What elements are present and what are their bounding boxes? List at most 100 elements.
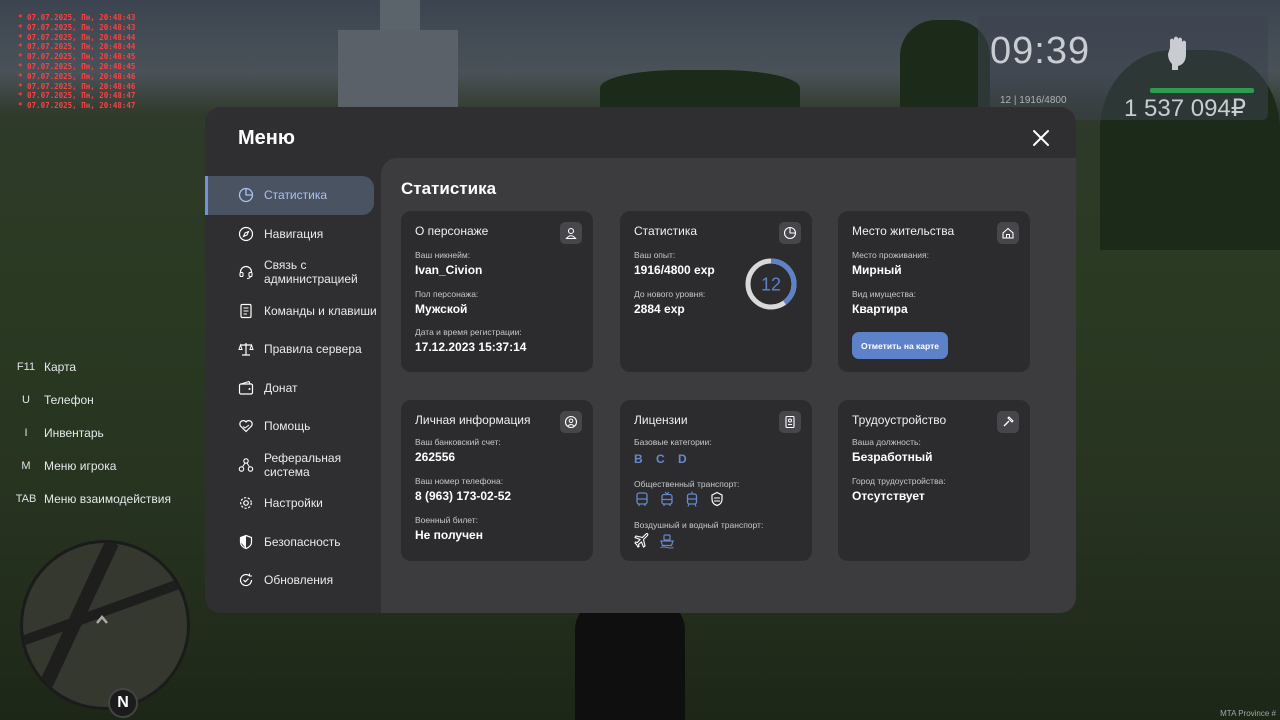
heart-hands-icon bbox=[239, 420, 253, 433]
tram-icon bbox=[686, 491, 698, 507]
chat-log-line: * 07.07.2025, Пн, 20:48:47 bbox=[18, 91, 136, 101]
chat-log-line: * 07.07.2025, Пн, 20:48:44 bbox=[18, 42, 136, 52]
chat-log-line: * 07.07.2025, Пн, 20:48:45 bbox=[18, 52, 136, 62]
position-value: Безработный bbox=[852, 450, 933, 464]
hotkey-item: TAB Меню взаимодействия bbox=[12, 482, 171, 515]
card-title: Личная информация bbox=[415, 413, 531, 427]
chat-log-line: * 07.07.2025, Пн, 20:48:47 bbox=[18, 101, 136, 111]
work-city-label: Город трудоустройства: bbox=[852, 476, 946, 486]
pie-chart-icon bbox=[238, 188, 254, 203]
gear-icon bbox=[240, 497, 252, 510]
public-transport-label: Общественный транспорт: bbox=[634, 479, 740, 489]
hotkey-key: TAB bbox=[15, 492, 37, 505]
sidebar-item-donate[interactable]: Донат bbox=[205, 369, 381, 408]
next-level-label: До нового уровня: bbox=[634, 289, 706, 299]
pie-chart-icon bbox=[779, 222, 801, 244]
license-category: C bbox=[656, 452, 666, 466]
hotkey-item: F11 Карта bbox=[12, 350, 171, 383]
menu-title: Меню bbox=[238, 127, 295, 149]
chat-log-line: * 07.07.2025, Пн, 20:48:43 bbox=[18, 22, 136, 32]
card-title: О персонаже bbox=[415, 224, 489, 238]
mark-on-map-button[interactable]: Отметить на карте bbox=[852, 332, 948, 359]
player-character bbox=[575, 600, 685, 720]
bank-label: Ваш банковский счет: bbox=[415, 437, 501, 447]
sidebar-item-updates[interactable]: Обновления bbox=[205, 561, 381, 600]
minimap-road bbox=[23, 569, 187, 647]
hotkey-item: M Меню игрока bbox=[12, 449, 171, 482]
hotkey-key: M bbox=[21, 459, 31, 472]
player-arrow-icon bbox=[96, 615, 108, 624]
sidebar-item-referral[interactable]: Реферальная система bbox=[205, 446, 381, 485]
plane-icon bbox=[634, 533, 649, 548]
sidebar-item-label: Команды и клавиши bbox=[264, 303, 377, 318]
hotkey-label: Телефон bbox=[44, 392, 94, 407]
nickname-value: Ivan_Civion bbox=[415, 263, 483, 277]
card-title: Лицензии bbox=[634, 413, 688, 427]
hotkey-label: Инвентарь bbox=[44, 425, 104, 440]
boat-icon bbox=[660, 534, 674, 549]
residence-card: Место жительства Место проживания: Мирны… bbox=[838, 211, 1030, 372]
license-categories: B C D bbox=[634, 452, 696, 466]
sidebar-item-statistics[interactable]: Статистика bbox=[205, 176, 374, 215]
personal-info-card: Личная информация Ваш банковский счет: 2… bbox=[401, 400, 593, 561]
sidebar-item-security[interactable]: Безопасность bbox=[205, 523, 381, 562]
network-icon bbox=[238, 457, 254, 472]
refresh-check-icon bbox=[239, 573, 253, 587]
sidebar-item-settings[interactable]: Настройки bbox=[205, 484, 381, 523]
hotkey-key: I bbox=[24, 426, 28, 439]
sidebar-item-label: Правила сервера bbox=[264, 342, 362, 357]
background-trees bbox=[900, 20, 990, 110]
license-category: D bbox=[678, 452, 688, 466]
phone-label: Ваш номер телефона: bbox=[415, 476, 504, 486]
card-title: Статистика bbox=[634, 224, 698, 238]
nickname-label: Ваш никнейм: bbox=[415, 250, 471, 260]
licenses-card: Лицензии Базовые категории: B C D Общест… bbox=[620, 400, 812, 561]
sidebar-item-admin-contact[interactable]: Связь с администрацией bbox=[205, 253, 381, 292]
sidebar-item-label: Настройки bbox=[264, 496, 323, 511]
sidebar-item-navigation[interactable]: Навигация bbox=[205, 215, 381, 254]
public-transport-icons bbox=[634, 491, 725, 507]
property-type-label: Вид имущества: bbox=[852, 289, 916, 299]
sidebar-item-label: Помощь bbox=[264, 419, 311, 434]
license-category: B bbox=[634, 452, 644, 466]
shield-icon bbox=[239, 534, 253, 549]
hotkey-label: Меню игрока bbox=[44, 458, 117, 473]
residence-place-value: Мирный bbox=[852, 263, 902, 277]
id-card-icon bbox=[779, 411, 801, 433]
sidebar-item-help[interactable]: Помощь bbox=[205, 407, 381, 446]
hotkey-label: Меню взаимодействия bbox=[44, 491, 171, 506]
hud-clock: 09:39 bbox=[990, 30, 1091, 72]
residence-place-label: Место проживания: bbox=[852, 250, 929, 260]
gender-label: Пол персонажа: bbox=[415, 289, 479, 299]
sidebar-item-rules[interactable]: Правила сервера bbox=[205, 330, 381, 369]
sidebar-item-label: Безопасность bbox=[264, 534, 341, 549]
user-circle-icon bbox=[560, 411, 582, 433]
base-categories-label: Базовые категории: bbox=[634, 437, 712, 447]
sidebar-item-label: Статистика bbox=[264, 188, 328, 203]
compass-icon bbox=[238, 226, 254, 241]
sidebar-item-label: Донат bbox=[264, 380, 298, 395]
sidebar-item-label: Реферальная система bbox=[264, 450, 342, 479]
stats-card: Статистика Ваш опыт: 1916/4800 exp До но… bbox=[620, 211, 812, 372]
hotkey-list: F11 Карта U Телефон I Инвентарь M Меню игрок… bbox=[12, 350, 171, 515]
military-label: Военный билет: bbox=[415, 515, 479, 525]
taxi-icon bbox=[711, 491, 723, 507]
property-type-value: Квартира bbox=[852, 302, 908, 316]
sidebar-item-label: Обновления bbox=[264, 573, 334, 588]
user-icon bbox=[560, 222, 582, 244]
chat-log-line: * 07.07.2025, Пн, 20:48:46 bbox=[18, 71, 136, 81]
sidebar-item-commands[interactable]: Команды и клавиши bbox=[205, 292, 381, 331]
content-panel: Статистика О персонаже Ваш никнейм: Ivan… bbox=[381, 158, 1076, 613]
wallet-icon bbox=[238, 380, 254, 395]
health-bar bbox=[1150, 88, 1254, 93]
chat-log: * 07.07.2025, Пн, 20:48:43 * 07.07.2025, … bbox=[18, 13, 135, 111]
next-level-value: 2884 exp bbox=[634, 302, 685, 316]
level-ring: 12 bbox=[745, 258, 797, 310]
card-title: Место жительства bbox=[852, 224, 955, 238]
hammer-icon bbox=[997, 411, 1019, 433]
air-water-label: Воздушный и водный транспорт: bbox=[634, 520, 764, 530]
close-icon[interactable] bbox=[1030, 127, 1052, 149]
chat-log-line: * 07.07.2025, Пн, 20:48:46 bbox=[18, 81, 136, 91]
hotkey-label: Карта bbox=[44, 359, 77, 374]
air-water-icons bbox=[634, 533, 675, 549]
